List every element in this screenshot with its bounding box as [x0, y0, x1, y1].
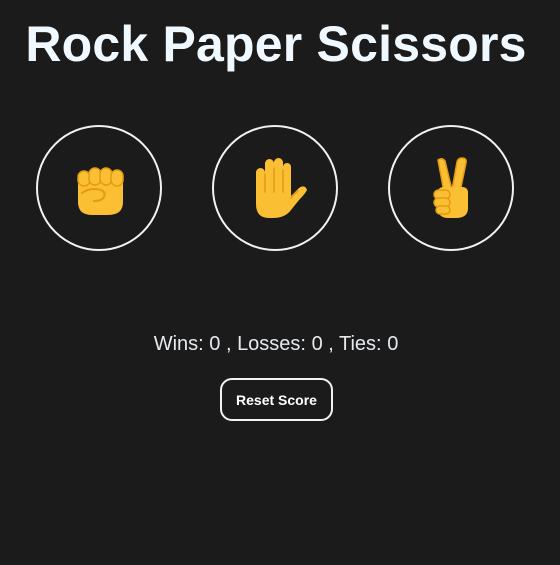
losses-label: Losses:	[237, 333, 306, 355]
raised-hand-icon	[256, 158, 307, 218]
losses-count: 0	[311, 333, 323, 355]
separator: ,	[328, 333, 334, 355]
victory-hand-icon	[433, 157, 468, 218]
raised-fist-icon	[77, 167, 124, 215]
reset-score-button[interactable]: Reset Score	[220, 378, 333, 421]
ties-count: 0	[387, 333, 399, 355]
wins-count: 0	[209, 333, 221, 355]
scissors-button[interactable]	[388, 125, 514, 251]
wins-label: Wins:	[153, 333, 204, 355]
page-title: Rock Paper Scissors	[25, 16, 527, 72]
ties-label: Ties:	[339, 333, 382, 355]
paper-button[interactable]	[212, 125, 338, 251]
separator: ,	[225, 333, 232, 355]
score-display: Wins: 0 , Losses: 0 , Ties: 0	[0, 331, 552, 357]
rock-button[interactable]	[36, 125, 162, 251]
